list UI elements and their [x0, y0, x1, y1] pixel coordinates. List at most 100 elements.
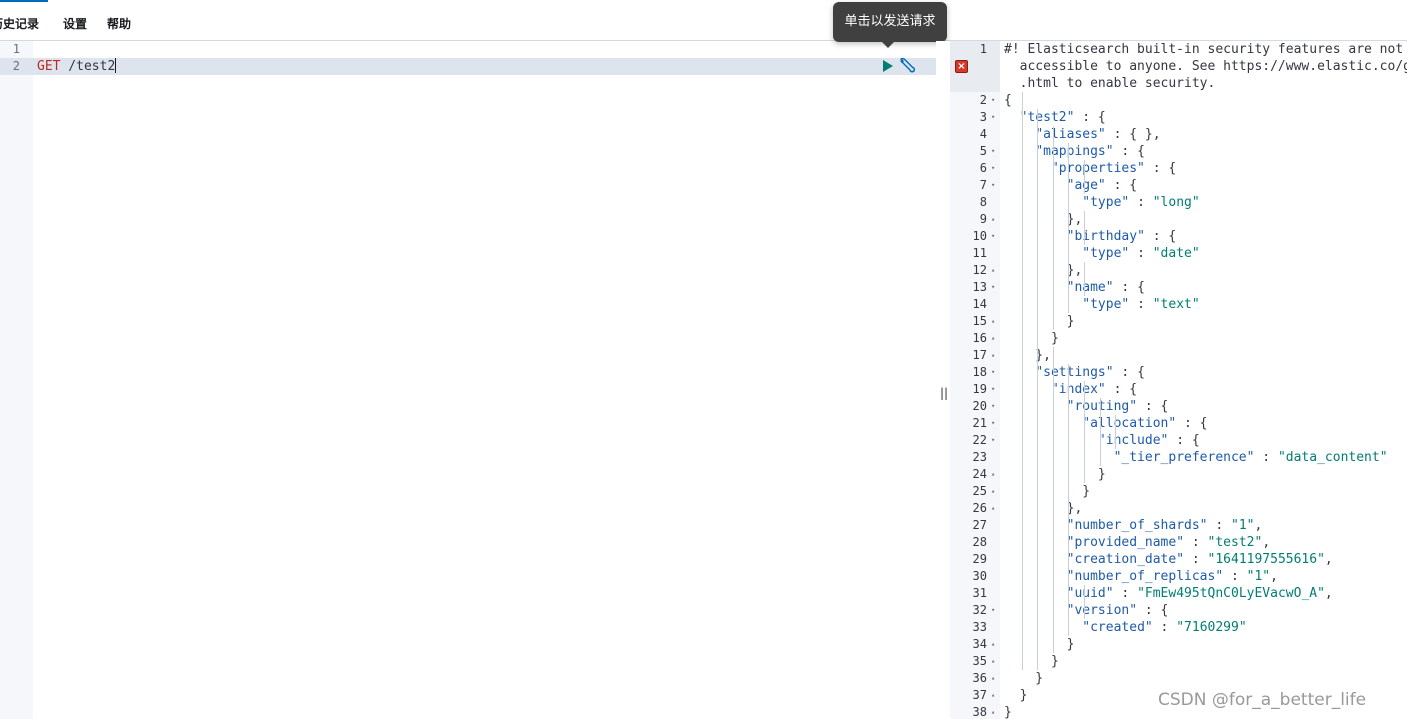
fold-toggle-icon[interactable]: ▾ [991, 432, 995, 449]
fold-toggle-icon[interactable]: ▾ [991, 143, 995, 160]
code-text: accessible to anyone. See https://www.el… [1019, 59, 1407, 74]
line-number: 33 [972, 620, 987, 634]
output-line: 22 ▾ "include" : { [950, 432, 1407, 449]
output-line: 13 ▾ "name" : { [950, 279, 1407, 296]
line-number: 1 [12, 42, 20, 56]
code-text: "type" : "text" [1082, 297, 1200, 312]
menu-help[interactable]: 帮助 [107, 16, 131, 32]
editor-gutter [0, 41, 33, 719]
response-panel[interactable]: × 1 #! Elasticsearch built-in security fe… [950, 41, 1407, 719]
indent-guide [1052, 347, 1054, 653]
code-text: "version" : { [1066, 603, 1169, 618]
output-line: 26 ▴ }, [950, 500, 1407, 517]
editor-line[interactable]: 1 [0, 41, 936, 58]
menu-settings[interactable]: 设置 [63, 16, 87, 32]
code-text: "mappings" : { [1035, 144, 1145, 159]
fold-toggle-icon[interactable]: ▾ [991, 381, 995, 398]
code-text: }, [1004, 501, 1083, 516]
active-tab-indicator [0, 0, 48, 2]
fold-toggle-icon[interactable]: ▾ [991, 602, 995, 619]
play-icon[interactable] [880, 59, 894, 73]
wrench-icon[interactable] [899, 57, 917, 75]
output-line: 1 #! Elasticsearch built-in security feat… [950, 41, 1407, 58]
fold-toggle-icon[interactable]: ▾ [991, 92, 995, 109]
line-number: 32 [972, 603, 987, 617]
code-text: "aliases" : { }, [1035, 127, 1161, 142]
code-text: } [1004, 484, 1091, 499]
line-number: 18 [972, 365, 987, 379]
code-text: #! Elasticsearch built-in security featu… [1004, 42, 1404, 57]
fold-toggle-icon[interactable]: ▾ [991, 415, 995, 432]
fold-toggle-icon[interactable]: ▴ [991, 636, 995, 653]
code-text: } [1004, 467, 1106, 482]
code-text: .html to enable security. [1004, 76, 1216, 91]
code-text: }, [1004, 348, 1051, 363]
fold-toggle-icon[interactable]: ▴ [991, 653, 995, 670]
line-number: 20 [972, 399, 987, 413]
code-text: } [1004, 331, 1059, 346]
output-line: 2 ▾ { [950, 92, 1407, 109]
output-line: .html to enable security. [950, 75, 1407, 92]
menu-history[interactable]: 历史记录 [0, 16, 39, 32]
request-editor[interactable]: 1 2 GET /test2 [0, 41, 936, 719]
line-number: 3 [979, 110, 987, 124]
panel-resizer[interactable]: || [936, 41, 950, 719]
code-text: "birthday" : { [1066, 229, 1177, 244]
line-number: 34 [972, 637, 987, 651]
fold-toggle-icon[interactable]: ▾ [991, 279, 995, 296]
indent-guide [1084, 585, 1085, 619]
fold-toggle-icon[interactable]: ▾ [991, 364, 995, 381]
editor-line[interactable]: 2 GET /test2 [0, 58, 936, 75]
fold-toggle-icon[interactable]: ▾ [991, 160, 995, 177]
line-number: 25 [972, 484, 987, 498]
output-line: 16 ▴ } [950, 330, 1407, 347]
line-number: 31 [972, 586, 987, 600]
fold-toggle-icon[interactable]: ▾ [991, 228, 995, 245]
output-line: 31 "uuid" : "FmEw495tQnC0LyEVacwO_A", [950, 585, 1407, 602]
output-line: 3 ▾ "test2" : { [950, 109, 1407, 126]
fold-toggle-icon[interactable]: ▴ [991, 466, 995, 483]
output-line: 19 ▾ "index" : { [950, 381, 1407, 398]
code-text: "number_of_shards" : "1", [1066, 518, 1263, 533]
output-line: 17 ▴ }, [950, 347, 1407, 364]
code-text: "type" : "date" [1082, 246, 1200, 261]
line-number: 16 [972, 331, 987, 345]
line-number: 26 [972, 501, 987, 515]
code-text: } [1004, 314, 1075, 329]
line-number: 29 [972, 552, 987, 566]
output-line: 15 ▴ } [950, 313, 1407, 330]
code-text: { [1004, 93, 1012, 108]
fold-toggle-icon[interactable]: ▴ [991, 211, 995, 228]
fold-toggle-icon[interactable]: ▴ [991, 483, 995, 500]
code-text: "_tier_preference" : "data_content" [1113, 450, 1388, 465]
line-number: 30 [972, 569, 987, 583]
output-line: 36 ▴ } [950, 670, 1407, 687]
line-number: 15 [972, 314, 987, 328]
code-text: "created" : "7160299" [1082, 620, 1247, 635]
line-number: 1 [979, 42, 987, 56]
output-line: 8 "type" : "long" [950, 194, 1407, 211]
fold-toggle-icon[interactable]: ▴ [991, 670, 995, 687]
top-menu-bar: 历史记录 设置 帮助 [0, 0, 1407, 41]
code-text: }, [1004, 212, 1083, 227]
fold-toggle-icon[interactable]: ▴ [991, 347, 995, 364]
watermark: CSDN @for_a_better_life [1158, 690, 1367, 710]
fold-toggle-icon[interactable]: ▴ [991, 687, 995, 704]
line-number: 38 [972, 705, 987, 719]
fold-toggle-icon[interactable]: ▴ [991, 704, 995, 719]
fold-toggle-icon[interactable]: ▾ [991, 177, 995, 194]
output-line: 20 ▾ "routing" : { [950, 398, 1407, 415]
fold-toggle-icon[interactable]: ▴ [991, 330, 995, 347]
output-line: 35 ▴ } [950, 653, 1407, 670]
line-number: 23 [972, 450, 987, 464]
line-number: 24 [972, 467, 987, 481]
indent-guide [1068, 143, 1070, 313]
fold-toggle-icon[interactable]: ▾ [991, 398, 995, 415]
code-text: } [1004, 688, 1028, 703]
fold-toggle-icon[interactable]: ▾ [991, 109, 995, 126]
code-text: "number_of_replicas" : "1", [1066, 569, 1278, 584]
fold-toggle-icon[interactable]: ▴ [991, 500, 995, 517]
line-number: 22 [972, 433, 987, 447]
fold-toggle-icon[interactable]: ▴ [991, 313, 995, 330]
fold-toggle-icon[interactable]: ▴ [991, 262, 995, 279]
